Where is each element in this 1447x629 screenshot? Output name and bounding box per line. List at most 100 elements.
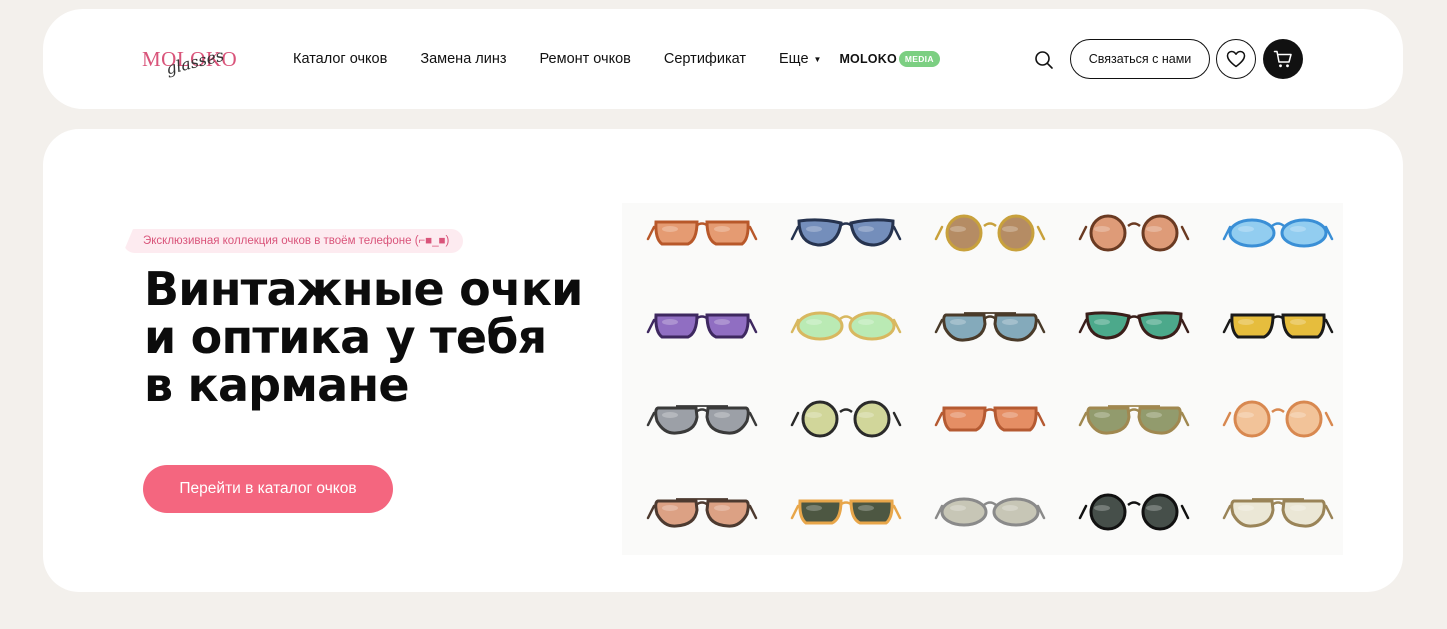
lens-highlight — [950, 226, 966, 232]
lens — [801, 400, 839, 438]
lens — [654, 406, 699, 435]
lens — [993, 313, 1038, 342]
hero-section: Эксклюзивная коллекция очков в твоём тел… — [43, 129, 1403, 592]
lens-highlight — [662, 319, 678, 325]
media-badge: MEDIA — [898, 51, 940, 67]
sunglasses-item — [646, 313, 758, 339]
contact-button[interactable]: Связаться с нами — [1070, 39, 1210, 79]
lens-highlight — [714, 505, 730, 511]
lens — [942, 313, 987, 342]
lens-highlight — [950, 412, 966, 418]
lens — [1281, 499, 1326, 528]
main-nav: Каталог очков Замена линз Ремонт очков С… — [293, 9, 940, 109]
hero-title: Винтажные очки и оптика у тебя в кармане — [144, 265, 624, 409]
lens — [1137, 406, 1182, 435]
lens-highlight — [714, 319, 730, 325]
lens-highlight — [1002, 226, 1018, 232]
lens — [1285, 400, 1323, 438]
glasses-grid — [646, 214, 1334, 531]
lens-highlight — [1146, 412, 1162, 418]
lens-highlight — [1094, 319, 1110, 325]
lens — [798, 499, 843, 525]
sunglasses-item — [1222, 498, 1334, 528]
lens-highlight — [1238, 412, 1254, 418]
lens — [654, 313, 699, 339]
lens — [849, 218, 895, 247]
sunglasses-item — [1078, 311, 1190, 340]
moloko-media-link[interactable]: MOLOKO MEDIA — [839, 51, 940, 67]
favorites-button[interactable] — [1216, 39, 1256, 79]
lens-highlight — [806, 226, 822, 232]
lens — [992, 497, 1040, 527]
media-link-label: MOLOKO — [839, 52, 897, 66]
lens-highlight — [662, 226, 678, 232]
site-header: MOLOKO glasses Каталог очков Замена линз… — [43, 9, 1403, 109]
lens — [997, 214, 1035, 252]
hero-title-line: в кармане — [144, 358, 410, 412]
lens — [1280, 218, 1328, 248]
lens-highlight — [1290, 505, 1306, 511]
cart-button[interactable] — [1263, 39, 1303, 79]
lens-highlight — [714, 412, 730, 418]
heart-icon — [1226, 50, 1246, 68]
sunglasses-item — [934, 214, 1046, 252]
brand-logo[interactable]: MOLOKO glasses — [142, 46, 242, 99]
sunglasses-item — [790, 499, 902, 525]
sunglasses-item — [934, 312, 1046, 342]
lens-highlight — [1290, 319, 1306, 325]
lens — [797, 218, 843, 247]
lens — [1137, 311, 1183, 340]
sunglasses-item — [646, 405, 758, 435]
sunglasses-item — [1222, 400, 1334, 438]
lens — [1085, 311, 1131, 340]
lens-highlight — [662, 505, 678, 511]
lens-highlight — [806, 319, 822, 325]
lens — [1141, 493, 1179, 531]
nav-item-repair[interactable]: Ремонт очков — [540, 51, 631, 67]
nav-item-lens-replacement[interactable]: Замена линз — [420, 51, 506, 67]
lens — [1230, 499, 1275, 528]
lens — [705, 499, 750, 528]
lens — [1230, 313, 1275, 339]
lens-highlight — [858, 226, 874, 232]
sunglasses-item — [790, 311, 902, 341]
lens — [654, 499, 699, 528]
lens — [849, 499, 894, 525]
lens — [1141, 214, 1179, 252]
catalog-cta-button[interactable]: Перейти в каталог очков — [143, 465, 393, 513]
sunglasses-item — [646, 498, 758, 528]
lens — [993, 406, 1038, 432]
lens-highlight — [1002, 505, 1018, 511]
lens — [1233, 400, 1271, 438]
lens — [705, 220, 750, 246]
lens-highlight — [1146, 319, 1162, 325]
lens — [705, 313, 750, 339]
lens-highlight — [1290, 226, 1306, 232]
sunglasses-item — [790, 400, 902, 438]
sunglasses-item — [1078, 214, 1190, 252]
lens — [942, 406, 987, 432]
nav-item-certificate[interactable]: Сертификат — [664, 51, 746, 67]
lens-highlight — [1094, 412, 1110, 418]
search-button[interactable] — [1033, 49, 1055, 71]
sunglasses-item — [646, 220, 758, 246]
hero-title-line: Винтажные очки — [144, 262, 583, 316]
lens-highlight — [662, 412, 678, 418]
nav-more-dropdown[interactable]: Еще ▼ — [779, 51, 821, 67]
search-icon — [1035, 51, 1053, 69]
hero-title-line: и оптика у тебя — [144, 310, 547, 364]
nav-item-catalog[interactable]: Каталог очков — [293, 51, 387, 67]
lens — [945, 214, 983, 252]
sunglasses-item — [1222, 313, 1334, 339]
sunglasses-item — [934, 406, 1046, 432]
lens-highlight — [1238, 226, 1254, 232]
lens-highlight — [1146, 505, 1162, 511]
lens-highlight — [714, 226, 730, 232]
sunglasses-item — [1078, 405, 1190, 435]
glasses-collage — [622, 203, 1343, 555]
lens — [1086, 406, 1131, 435]
lens-highlight — [806, 412, 822, 418]
nav-more-label: Еще — [779, 51, 809, 67]
lens-highlight — [1094, 226, 1110, 232]
lens-highlight — [806, 505, 822, 511]
